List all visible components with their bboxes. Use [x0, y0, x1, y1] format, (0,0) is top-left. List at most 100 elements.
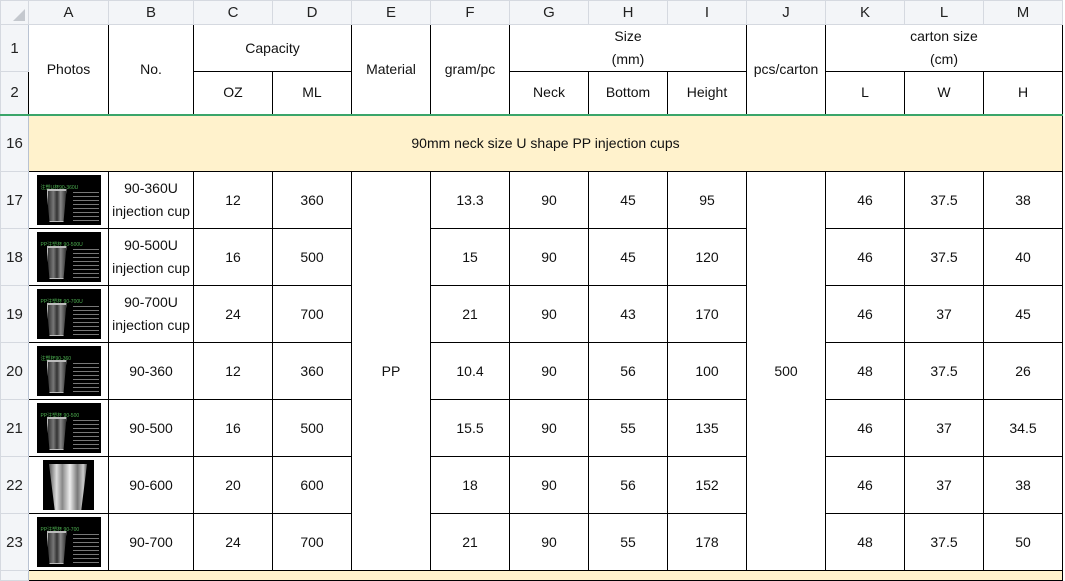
cell-no[interactable]: 90-500 [108, 399, 194, 457]
cell-neck[interactable]: 90 [509, 171, 589, 229]
cup-product-photo[interactable] [43, 460, 94, 510]
cell-carton-h[interactable]: 45 [983, 285, 1063, 343]
header-neck[interactable]: Neck [509, 71, 589, 115]
cup-product-photo[interactable]: PP注塑杯 90-700U [36, 289, 101, 339]
header-height[interactable]: Height [667, 71, 747, 115]
row-header-19[interactable]: 19 [0, 285, 29, 343]
header-material[interactable]: Material [351, 24, 431, 115]
cell-carton-h[interactable]: 38 [983, 456, 1063, 514]
cell-no[interactable]: 90-700U injection cup [108, 285, 194, 343]
cell-carton-w[interactable]: 37.5 [904, 228, 984, 286]
row-header-20[interactable]: 20 [0, 342, 29, 400]
header-w[interactable]: W [904, 71, 984, 115]
photo-cell[interactable]: PP注塑杯 90-500 [28, 399, 109, 457]
header-carton-size[interactable]: carton size (cm) [825, 24, 1063, 72]
column-header-J[interactable]: J [746, 0, 826, 25]
cell-gram[interactable]: 21 [430, 513, 510, 571]
header-l[interactable]: L [825, 71, 905, 115]
cell-ml[interactable]: 600 [272, 456, 352, 514]
cell-carton-w[interactable]: 37 [904, 399, 984, 457]
column-header-K[interactable]: K [825, 0, 905, 25]
spreadsheet-grid[interactable]: A B C D E F G H I J K L M 1 Photos No. Capacity Material g… [0, 0, 1063, 581]
cell-carton-w[interactable]: 37.5 [904, 171, 984, 229]
cell-carton-w[interactable]: 37 [904, 285, 984, 343]
cell-gram[interactable]: 18 [430, 456, 510, 514]
column-header-G[interactable]: G [509, 0, 589, 25]
cell-carton-l[interactable]: 46 [825, 456, 905, 514]
cell-neck[interactable]: 90 [509, 285, 589, 343]
cell-carton-h[interactable]: 50 [983, 513, 1063, 571]
cell-pcs-carton[interactable]: 500 [746, 171, 826, 571]
cell-carton-h[interactable]: 38 [983, 171, 1063, 229]
section-title[interactable]: 90mm neck size U shape PP injection cups [28, 113, 1063, 172]
row-header-18[interactable]: 18 [0, 228, 29, 286]
cell-carton-l[interactable]: 48 [825, 513, 905, 571]
header-oz[interactable]: OZ [193, 71, 273, 115]
cell-carton-h[interactable]: 26 [983, 342, 1063, 400]
cell-height[interactable]: 120 [667, 228, 747, 286]
cell-gram[interactable]: 13.3 [430, 171, 510, 229]
photo-cell[interactable]: PP注塑杯 90-700U [28, 285, 109, 343]
header-bottom[interactable]: Bottom [588, 71, 668, 115]
column-header-E[interactable]: E [351, 0, 431, 25]
column-header-C[interactable]: C [193, 0, 273, 25]
cell-carton-l[interactable]: 46 [825, 285, 905, 343]
cell-ml[interactable]: 360 [272, 171, 352, 229]
header-pcs-carton[interactable]: pcs/carton [746, 24, 826, 115]
cell-height[interactable]: 100 [667, 342, 747, 400]
photo-cell[interactable] [28, 456, 109, 514]
cell-oz[interactable]: 16 [193, 399, 273, 457]
cell-carton-l[interactable]: 46 [825, 228, 905, 286]
select-all-corner[interactable] [0, 0, 29, 25]
row-header-next[interactable] [0, 570, 29, 581]
cell-gram[interactable]: 21 [430, 285, 510, 343]
cell-carton-l[interactable]: 46 [825, 171, 905, 229]
cup-product-photo[interactable]: PP注塑杯 90-500U [36, 232, 101, 282]
cell-bottom[interactable]: 45 [588, 228, 668, 286]
cell-height[interactable]: 95 [667, 171, 747, 229]
cup-product-photo[interactable]: PP注塑杯 90-700 [36, 517, 101, 567]
header-capacity[interactable]: Capacity [193, 24, 352, 72]
cell-bottom[interactable]: 43 [588, 285, 668, 343]
cell-gram[interactable]: 15.5 [430, 399, 510, 457]
cell-carton-w[interactable]: 37 [904, 456, 984, 514]
cell-no[interactable]: 90-600 [108, 456, 194, 514]
column-header-M[interactable]: M [983, 0, 1063, 25]
photo-cell[interactable]: 注塑杯90-360 [28, 342, 109, 400]
cell-oz[interactable]: 24 [193, 513, 273, 571]
cell-carton-h[interactable]: 40 [983, 228, 1063, 286]
cell-neck[interactable]: 90 [509, 342, 589, 400]
cell-bottom[interactable]: 56 [588, 456, 668, 514]
cup-product-photo[interactable]: PP注塑杯 90-500 [36, 403, 101, 453]
cell-neck[interactable]: 90 [509, 399, 589, 457]
cell-oz[interactable]: 20 [193, 456, 273, 514]
column-header-D[interactable]: D [272, 0, 352, 25]
header-h[interactable]: H [983, 71, 1063, 115]
cell-carton-l[interactable]: 48 [825, 342, 905, 400]
cell-material[interactable]: PP [351, 171, 431, 571]
column-header-H[interactable]: H [588, 0, 668, 25]
header-ml[interactable]: ML [272, 71, 352, 115]
header-size[interactable]: Size (mm) [509, 24, 747, 72]
cell-ml[interactable]: 500 [272, 399, 352, 457]
photo-cell[interactable]: PP注塑杯 90-500U [28, 228, 109, 286]
cell-carton-w[interactable]: 37.5 [904, 342, 984, 400]
cell-ml[interactable]: 360 [272, 342, 352, 400]
cell-bottom[interactable]: 56 [588, 342, 668, 400]
column-header-I[interactable]: I [667, 0, 747, 25]
column-header-F[interactable]: F [430, 0, 510, 25]
cell-carton-h[interactable]: 34.5 [983, 399, 1063, 457]
row-header-1[interactable]: 1 [0, 24, 29, 72]
cell-no[interactable]: 90-360 [108, 342, 194, 400]
cell-height[interactable]: 135 [667, 399, 747, 457]
header-gram[interactable]: gram/pc [430, 24, 510, 115]
cell-height[interactable]: 152 [667, 456, 747, 514]
row-header-17[interactable]: 17 [0, 171, 29, 229]
cell-bottom[interactable]: 55 [588, 513, 668, 571]
header-no[interactable]: No. [108, 24, 194, 115]
header-photos[interactable]: Photos [28, 24, 109, 115]
cell-neck[interactable]: 90 [509, 513, 589, 571]
photo-cell[interactable]: 注塑U杯90-360U [28, 171, 109, 229]
photo-cell[interactable]: PP注塑杯 90-700 [28, 513, 109, 571]
row-header-21[interactable]: 21 [0, 399, 29, 457]
